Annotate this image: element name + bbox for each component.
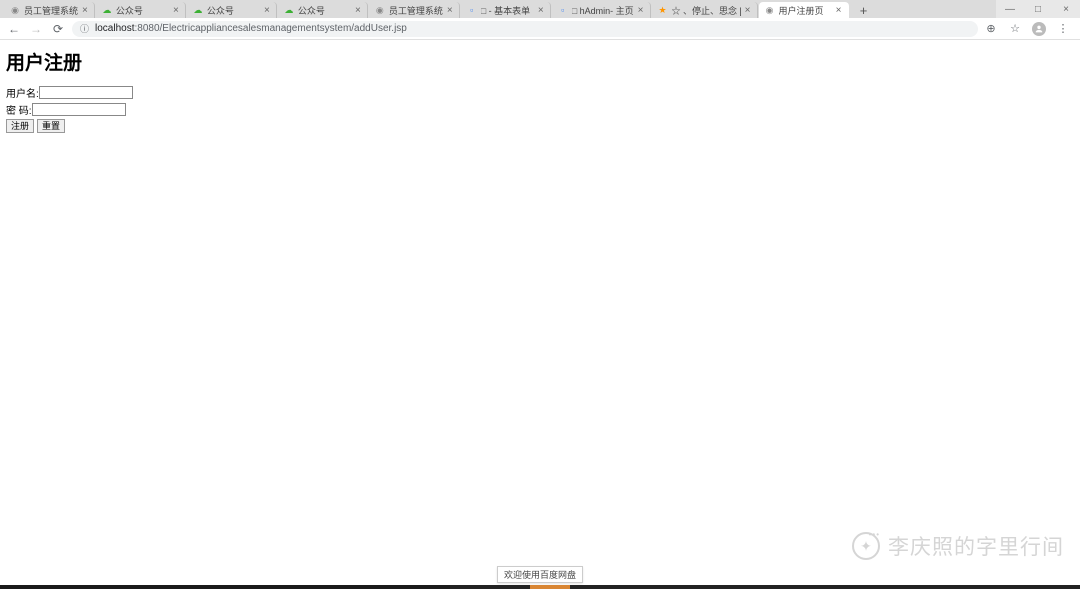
username-row: 用户名: [6,85,1074,100]
tab-6[interactable]: ▫ □ hAdmin- 主页 × [552,2,651,18]
tab-title: 员工管理系统 [389,4,443,17]
tab-4[interactable]: ◉ 员工管理系统 × [369,2,460,18]
page-icon: ▫ [558,5,568,15]
url-host: localhost [95,23,134,34]
bookmark-star-icon[interactable]: ☆ [1008,22,1022,36]
close-icon[interactable]: × [745,5,751,16]
status-tooltip: 欢迎使用百度网盘 [497,566,583,583]
close-icon[interactable]: × [355,5,361,16]
window-close-button[interactable]: × [1052,0,1080,18]
menu-icon[interactable]: ⋮ [1056,22,1070,36]
tab-title: □ - 基本表单 [481,4,534,17]
close-icon[interactable]: × [82,5,88,16]
close-icon[interactable]: × [638,5,644,16]
tab-0[interactable]: ◉ 员工管理系统 × [4,2,95,18]
submit-button[interactable]: 注册 [6,119,34,133]
page-content: 用户注册 用户名: 密 码: 注册 重置 [0,40,1080,141]
tab-5[interactable]: ▫ □ - 基本表单 × [461,2,551,18]
tab-title: 公众号 [207,4,260,17]
taskbar [0,585,1080,589]
globe-icon: ◉ [375,5,385,15]
tab-3[interactable]: ☁ 公众号 × [278,2,368,18]
profile-avatar[interactable] [1032,22,1046,36]
toolbar-right: ⊕ ☆ ⋮ [984,22,1074,36]
watermark: ✦••• 李庆照的字里行间 [852,531,1064,561]
window-minimize-button[interactable]: — [996,0,1024,18]
new-tab-button[interactable]: + [854,2,874,18]
tab-2[interactable]: ☁ 公众号 × [187,2,277,18]
password-label: 密 码: [6,102,32,117]
address-bar: ← → ⟳ ⓘ localhost:8080/Electricappliance… [0,18,1080,40]
tab-1[interactable]: ☁ 公众号 × [96,2,186,18]
tab-title: □ hAdmin- 主页 [572,4,634,17]
tab-title: 公众号 [298,4,351,17]
url-port: :8080 [134,23,159,34]
window-controls: — □ × [996,0,1080,18]
username-label: 用户名: [6,85,39,100]
info-icon: ⓘ [80,22,89,35]
tab-title: 用户注册页 [779,4,832,17]
close-icon[interactable]: × [173,5,179,16]
page-title: 用户注册 [6,48,1074,75]
watermark-text: 李庆照的字里行间 [888,531,1064,561]
reset-button[interactable]: 重置 [37,119,65,133]
tab-title: 员工管理系统 [24,4,78,17]
search-icon[interactable]: ⊕ [984,22,998,36]
close-icon[interactable]: × [264,5,270,16]
back-button[interactable]: ← [6,21,22,37]
window-maximize-button[interactable]: □ [1024,0,1052,18]
cloud-icon: ☁ [193,5,203,15]
password-input[interactable] [32,103,126,116]
tab-strip: ◉ 员工管理系统 × ☁ 公众号 × ☁ 公众号 × ☁ 公众号 × ◉ 员工管… [0,0,1080,18]
star-icon: ★ [658,5,668,15]
url-path: /Electricappliancesalesmanagementsystem/… [160,23,407,34]
close-icon[interactable]: × [447,5,453,16]
tab-7[interactable]: ★ ☆ 、停止、思念 [http:// × [652,2,758,18]
close-icon[interactable]: × [538,5,544,16]
globe-icon: ◉ [765,5,775,15]
globe-icon: ◉ [10,5,20,15]
reload-button[interactable]: ⟳ [50,21,66,37]
wechat-icon: ✦••• [852,532,880,560]
url-input[interactable]: ⓘ localhost:8080/Electricappliancesalesm… [72,21,978,37]
close-icon[interactable]: × [836,5,842,16]
tab-title: ☆ 、停止、思念 [http:// [672,4,741,17]
password-row: 密 码: [6,102,1074,117]
button-row: 注册 重置 [6,119,1074,133]
username-input[interactable] [39,86,133,99]
tab-title: 公众号 [116,4,169,17]
cloud-icon: ☁ [284,5,294,15]
tab-8[interactable]: ◉ 用户注册页 × [759,2,849,18]
cloud-icon: ☁ [102,5,112,15]
page-icon: ▫ [467,5,477,15]
forward-button[interactable]: → [28,21,44,37]
